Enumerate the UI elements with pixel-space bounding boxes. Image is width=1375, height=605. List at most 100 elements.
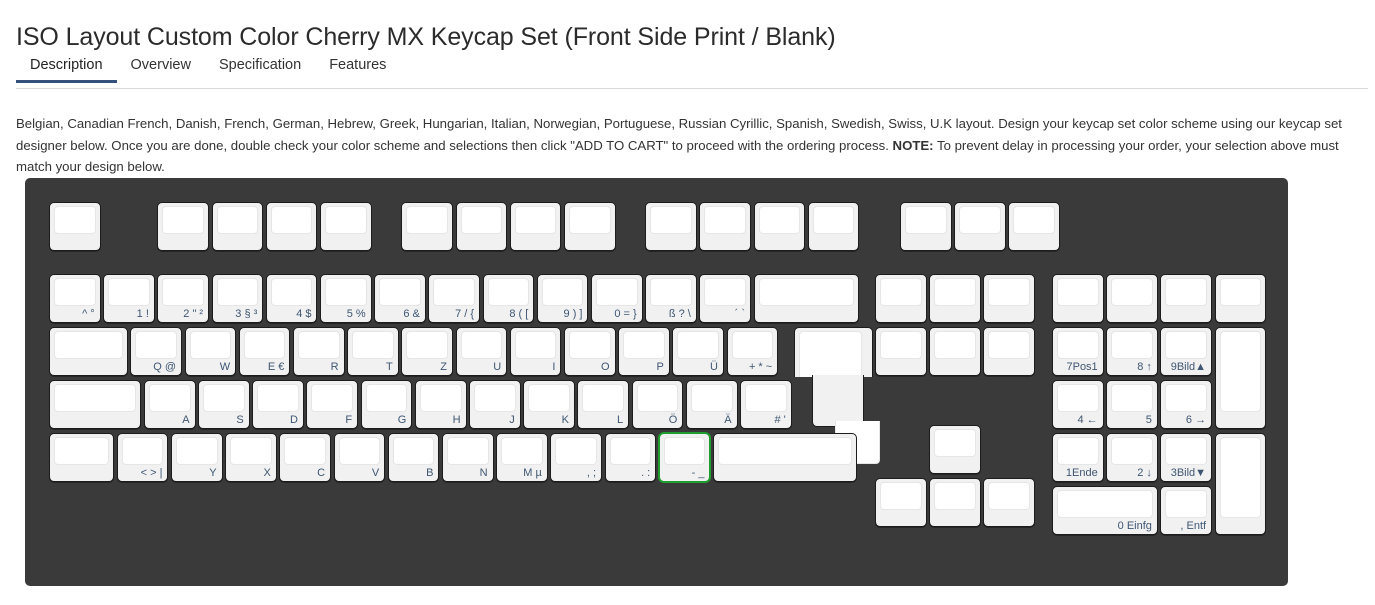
key-np9[interactable]: 9Bild▲ [1160,327,1213,376]
key-a[interactable]: A [143,380,196,429]
key-e[interactable]: E € [238,327,291,376]
key-8[interactable]: 8 ( [ [482,274,535,323]
key-9[interactable]: 9 ) ] [536,274,589,323]
key-b[interactable]: B [387,433,440,482]
key-j[interactable]: J [469,380,521,429]
key-np6[interactable]: 6 → [1160,380,1213,429]
key-y[interactable]: Y [170,433,223,482]
key-d[interactable]: D [252,380,304,429]
key-f9[interactable] [645,202,697,251]
key-pagedown[interactable] [983,327,1036,376]
key-arrow-left[interactable] [875,478,927,527]
key-minus[interactable]: - _ [658,433,711,482]
key-f1[interactable] [157,202,210,251]
key-i[interactable]: I [509,327,562,376]
key-np4[interactable]: 4 ← [1052,380,1104,429]
key-backspace[interactable] [753,274,860,323]
key-arrow-right[interactable] [983,478,1036,527]
key-c[interactable]: C [279,433,332,482]
tab-features[interactable]: Features [315,57,400,82]
key-npdecimal[interactable]: , Entf [1160,486,1213,535]
tab-specification[interactable]: Specification [205,57,315,82]
key-6[interactable]: 6 & [374,274,426,323]
key-u[interactable]: U [455,327,508,376]
key-multiply[interactable] [1160,274,1213,323]
tab-description[interactable]: Description [16,57,117,83]
key-npenter[interactable] [1214,433,1267,535]
key-np7[interactable]: 7Pos1 [1052,327,1104,376]
key-npadd[interactable] [1214,327,1267,429]
key-arrow-down[interactable] [929,478,981,527]
key-lshift[interactable] [49,433,115,482]
key-numlock[interactable] [1052,274,1104,323]
key-o[interactable]: O [563,327,616,376]
key-x[interactable]: X [225,433,277,482]
key-f[interactable]: F [306,380,359,429]
key-np5[interactable]: 5 [1106,380,1158,429]
key-f11[interactable] [753,202,806,251]
key-f4[interactable] [320,202,372,251]
key-plus[interactable]: + * ~ [726,327,779,376]
key-pageup[interactable] [983,274,1036,323]
key-v[interactable]: V [333,433,386,482]
key-0[interactable]: 0 = } [591,274,643,323]
key-5[interactable]: 5 % [320,274,372,323]
key-m[interactable]: M µ [496,433,548,482]
key-n[interactable]: N [441,433,494,482]
key-np8[interactable]: 8 ↑ [1106,327,1158,376]
key-insert[interactable] [875,274,927,323]
key-udiaeresis[interactable]: Ü [672,327,724,376]
key-w[interactable]: W [184,327,237,376]
key-l[interactable]: L [577,380,630,429]
key-period[interactable]: . : [604,433,657,482]
key-f12[interactable] [807,202,860,251]
key-f2[interactable] [211,202,264,251]
key-p[interactable]: P [618,327,670,376]
key-divide[interactable] [1106,274,1158,323]
key-tab[interactable] [49,327,128,376]
key-7[interactable]: 7 / { [428,274,481,323]
key-f7[interactable] [509,202,562,251]
key-4[interactable]: 4 $ [265,274,318,323]
key-k[interactable]: K [523,380,575,429]
key-q[interactable]: Q @ [130,327,182,376]
key-odiaeresis[interactable]: Ö [631,380,684,429]
key-r[interactable]: R [292,327,345,376]
key-f3[interactable] [265,202,318,251]
key-h[interactable]: H [414,380,467,429]
key-f6[interactable] [455,202,508,251]
key-hash[interactable]: # ' [740,380,792,429]
tab-overview[interactable]: Overview [117,57,205,82]
key-eszett[interactable]: ß ? \ [645,274,697,323]
key-scroll[interactable] [954,202,1006,251]
key-s[interactable]: S [198,380,250,429]
key-1[interactable]: 1 ! [103,274,155,323]
key-delete[interactable] [875,327,927,376]
key-home[interactable] [929,274,981,323]
key-enter[interactable] [794,327,881,464]
key-rshift[interactable] [712,433,857,482]
key-esc[interactable] [49,202,101,251]
key-3[interactable]: 3 § ³ [211,274,264,323]
key-caret[interactable]: ^ ° [49,274,101,323]
key-pause[interactable] [1008,202,1061,251]
key-g[interactable]: G [360,380,413,429]
key-capslock[interactable] [49,380,142,429]
key-z[interactable]: Z [401,327,453,376]
key-np2[interactable]: 2 ↓ [1106,433,1158,482]
key-f8[interactable] [563,202,616,251]
key-acute[interactable]: ´ ` [699,274,752,323]
key-subtract[interactable] [1214,274,1267,323]
key-np1[interactable]: 1Ende [1052,433,1104,482]
key-arrow-up[interactable] [929,425,981,474]
key-print[interactable] [899,202,952,251]
key-np3[interactable]: 3Bild▼ [1160,433,1213,482]
keycap-designer-panel[interactable]: ^ ° 1 ! 2 " ² 3 § ³ 4 $ 5 % 6 & 7 / {8 ( [9 ) ]… [25,178,1288,586]
key-end[interactable] [929,327,981,376]
keyboard[interactable]: ^ ° 1 ! 2 " ² 3 § ³ 4 $ 5 % 6 & 7 / {8 ( [9 ) ]… [25,178,1288,586]
key-f5[interactable] [401,202,453,251]
key-f10[interactable] [699,202,752,251]
key-t[interactable]: T [347,327,399,376]
key-comma[interactable]: , ; [550,433,603,482]
key-backslash[interactable]: < > | [116,433,169,482]
